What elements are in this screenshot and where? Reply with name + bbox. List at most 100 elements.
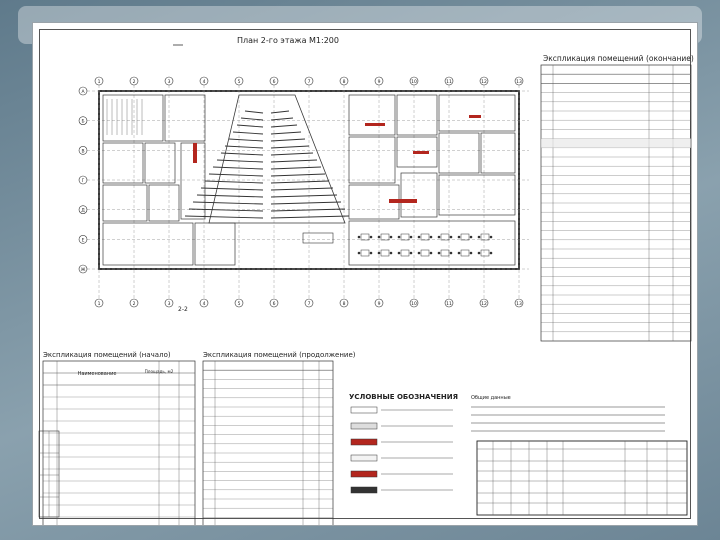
axis-label-bottom: 2 — [133, 301, 136, 307]
auditorium-seating — [184, 94, 350, 244]
cafe-table — [360, 233, 370, 241]
room-outline — [480, 132, 516, 174]
axis-label-top: 3 — [168, 79, 171, 85]
seat-row-left — [196, 194, 264, 198]
axis-label-bottom: 4 — [203, 301, 206, 307]
cafe-chair — [417, 251, 421, 255]
start-header-area: Площадь, м2 — [145, 369, 174, 374]
cafe-table — [480, 233, 490, 241]
seat-row-right — [270, 180, 330, 184]
cafe-chair — [489, 235, 493, 239]
room-outline — [194, 222, 236, 266]
red-hatch — [413, 151, 429, 154]
cafe-chair — [469, 251, 473, 255]
cafe-chair — [469, 235, 473, 239]
axis-label-left: Г — [82, 178, 85, 184]
room-outline — [348, 220, 516, 266]
seat-row-left — [204, 180, 264, 184]
floor-plan: 1122334455667788991010111112121313АБВГДЕ… — [78, 76, 529, 308]
legend-items — [350, 406, 453, 494]
cafe-chair — [357, 251, 361, 255]
seat-row-right — [270, 117, 294, 121]
notes-heading: Общие данные — [471, 395, 511, 401]
axis-label-left: Е — [82, 237, 85, 243]
cafe-table — [400, 249, 410, 257]
axis-label-left: В — [81, 148, 84, 154]
seat-row-right — [270, 110, 290, 114]
left-margin-stamp — [38, 430, 60, 518]
general-notes: Общие данные — [471, 395, 665, 432]
seat-row-right — [270, 138, 306, 142]
axis-label-bottom: 1 — [98, 301, 101, 307]
cafe-chair — [377, 251, 381, 255]
axis-label-top: 1 — [98, 79, 101, 85]
table-border — [42, 360, 196, 525]
axis-label-top: 6 — [273, 79, 276, 85]
cafe-chair — [377, 235, 381, 239]
red-hatch — [365, 123, 385, 126]
room-outline — [396, 94, 438, 136]
cafe-chair — [369, 235, 373, 239]
cafe-chair — [489, 251, 493, 255]
room-outline — [438, 174, 516, 216]
cafe-table — [400, 233, 410, 241]
seat-row-right — [270, 173, 326, 177]
cafe-chair — [437, 235, 441, 239]
cafe-chair — [409, 235, 413, 239]
cafe-chair — [477, 235, 481, 239]
room-outline — [400, 172, 438, 218]
explication-end-title: Экспликация помещений (окончание) — [543, 54, 694, 63]
axis-label-left: Ж — [81, 267, 86, 273]
cafe-tables — [357, 233, 493, 257]
table-border — [202, 360, 334, 525]
highlight-row — [541, 138, 691, 148]
red-hatch-marks — [193, 115, 481, 203]
legend-swatch — [350, 486, 378, 494]
legend-swatch — [350, 422, 378, 430]
axis-label-left: Б — [81, 119, 84, 125]
explication-end-table — [540, 64, 692, 342]
explication-start-table: Наименование Площадь, м2 — [42, 360, 196, 525]
seat-row-right — [270, 131, 302, 135]
room-outline — [144, 142, 176, 184]
seat-row-left — [200, 187, 264, 191]
seat-row-left — [220, 152, 264, 156]
stage-box — [302, 232, 334, 244]
legend-title: УСЛОВНЫЕ ОБОЗНАЧЕНИЯ — [349, 393, 458, 401]
axis-bubbles: 1122334455667788991010111112121313АБВГДЕ… — [78, 76, 524, 308]
seat-row-right — [270, 124, 298, 128]
explication-start-title: Экспликация помещений (начало) — [43, 351, 171, 359]
room-outline — [102, 184, 148, 222]
axis-label-bottom: 9 — [378, 301, 381, 307]
axis-label-bottom: 5 — [238, 301, 241, 307]
axis-label-top: 9 — [378, 79, 381, 85]
axis-label-top: 7 — [308, 79, 311, 85]
seat-row-right — [270, 152, 314, 156]
cafe-table — [380, 249, 390, 257]
seat-row-left — [212, 166, 264, 170]
seat-row-right — [270, 194, 338, 198]
seat-row-right — [270, 166, 322, 170]
axis-label-bottom: 10 — [411, 301, 417, 307]
axis-label-top: 4 — [203, 79, 206, 85]
axis-label-top: 13 — [516, 79, 522, 85]
cafe-table — [420, 249, 430, 257]
stamp-border — [476, 440, 688, 516]
legend-swatch — [350, 438, 378, 446]
explication-cont-table — [202, 360, 334, 525]
axis-label-bottom: 8 — [343, 301, 346, 307]
axis-label-bottom: 11 — [446, 301, 452, 307]
cafe-chair — [389, 235, 393, 239]
axis-label-bottom: 6 — [273, 301, 276, 307]
seat-row-right — [270, 201, 342, 205]
axis-label-top: 8 — [343, 79, 346, 85]
legend-swatch — [350, 470, 378, 478]
red-hatch — [389, 199, 417, 203]
room-outline — [102, 142, 144, 184]
cafe-table — [440, 233, 450, 241]
seat-row-right — [270, 187, 334, 191]
axis-label-top: 12 — [481, 79, 487, 85]
red-hatch — [469, 115, 481, 118]
seat-row-left — [184, 215, 264, 219]
room-outline — [348, 136, 396, 184]
